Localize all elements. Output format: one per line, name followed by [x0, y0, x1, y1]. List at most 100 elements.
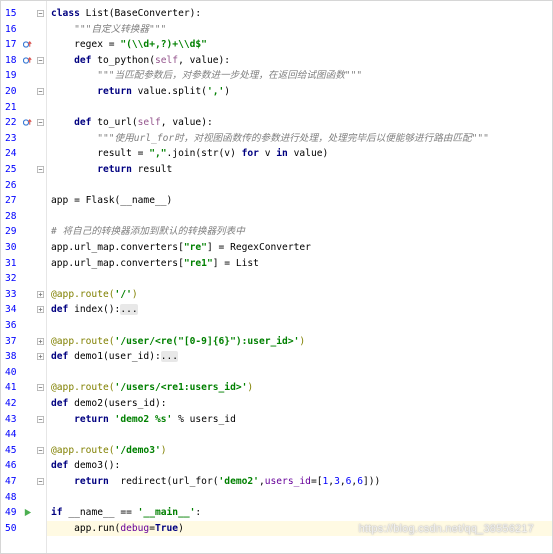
code-line[interactable]: """使用url_for时，对视图函数传的参数进行处理，处理完毕后以便能够进行路… [47, 131, 552, 147]
gutter-line[interactable]: 37 [1, 334, 47, 350]
run-icon[interactable] [23, 508, 32, 517]
code-line[interactable]: """当匹配参数后，对参数进一步处理，在返回给试图函数""" [47, 68, 552, 84]
code-line[interactable]: def demo2(users_id): [47, 396, 552, 412]
gutter-line[interactable]: 49 [1, 505, 47, 521]
gutter-line[interactable]: 45 [1, 443, 47, 459]
code-line[interactable]: return value.split(',') [47, 84, 552, 100]
overrides-method-icon[interactable] [23, 56, 32, 65]
gutter-line[interactable]: 29 [1, 224, 47, 240]
fold-collapse-icon[interactable] [37, 384, 44, 392]
code-line[interactable]: regex = "(\\d+,?)+\\d$" [47, 37, 552, 53]
code-token: regex = [51, 39, 121, 51]
code-line[interactable]: class List(BaseConverter): [47, 6, 552, 22]
gutter-line[interactable]: 41 [1, 380, 47, 396]
code-token: def [74, 54, 92, 66]
code-line[interactable] [47, 100, 552, 116]
gutter-line[interactable]: 40 [1, 365, 47, 381]
fold-collapse-icon[interactable] [37, 166, 44, 173]
code-line[interactable]: def demo3(): [47, 458, 552, 474]
fold-collapse-icon[interactable] [37, 415, 44, 423]
gutter-line[interactable]: 46 [1, 458, 47, 474]
code-line[interactable]: return result [47, 162, 552, 178]
line-number: 27 [5, 195, 17, 207]
gutter-line[interactable]: 32 [1, 271, 47, 287]
code-token: ] = RegexConverter [206, 242, 311, 253]
code-line[interactable]: # 将自己的转换器添加到默认的转换器列表中 [47, 224, 552, 240]
code-line[interactable] [47, 178, 552, 194]
gutter-line[interactable]: 19 [1, 68, 47, 84]
overrides-method-icon[interactable] [23, 40, 32, 49]
gutter-line[interactable]: 23 [1, 131, 47, 147]
gutter-line[interactable]: 26 [1, 178, 47, 194]
gutter-line[interactable]: 30 [1, 240, 47, 256]
code-token: ] = List [212, 257, 259, 269]
code-token: '/users/<re1:users_id>' [114, 382, 248, 394]
gutter-line[interactable]: 16 [1, 22, 47, 38]
code-area[interactable]: class List(BaseConverter): """自定义转换器""" … [47, 1, 552, 553]
code-line[interactable]: def to_python(self, value): [47, 53, 552, 69]
folded-code-placeholder[interactable]: ... [120, 304, 138, 316]
fold-collapse-icon[interactable] [37, 56, 44, 64]
code-line[interactable]: def index():... [47, 302, 552, 318]
code-line[interactable]: app = Flask(__name__) [47, 193, 552, 209]
line-number-gutter[interactable]: 15 16 17 18 19 20 21 22 23 24 25 26 27 28 29 30 31 32 33 34… [1, 1, 47, 553]
fold-collapse-icon[interactable] [37, 10, 44, 17]
gutter-line[interactable]: 42 [1, 396, 47, 412]
gutter-line[interactable]: 34 [1, 302, 47, 318]
gutter-line[interactable]: 47 [1, 474, 47, 490]
gutter-line[interactable]: 48 [1, 490, 47, 506]
code-line[interactable] [47, 318, 552, 334]
gutter-line[interactable]: 38 [1, 349, 47, 365]
code-line[interactable]: @app.route('/demo3') [47, 443, 552, 459]
fold-collapse-icon[interactable] [37, 446, 44, 454]
fold-expand-icon[interactable] [37, 353, 44, 361]
fold-expand-icon[interactable] [37, 306, 44, 314]
folded-code-placeholder[interactable]: ... [160, 351, 179, 363]
gutter-line[interactable]: 50 [1, 521, 47, 537]
code-token: to_url( [91, 117, 138, 129]
gutter-line[interactable]: 43 [1, 412, 47, 428]
code-line[interactable]: def demo1(user_id):... [47, 349, 552, 365]
gutter-line[interactable]: 25 [1, 162, 47, 178]
code-line[interactable]: @app.route('/users/<re1:users_id>') [47, 380, 552, 396]
code-line[interactable]: @app.route('/user/<re("[0-9]{6}"):user_i… [47, 334, 552, 350]
code-token: redirect(url_for( [108, 476, 219, 487]
code-line[interactable]: @app.route('/') [47, 287, 552, 303]
code-line[interactable]: def to_url(self, value): [47, 115, 552, 131]
code-token: class [51, 8, 80, 19]
gutter-line[interactable]: 27 [1, 193, 47, 209]
gutter-line[interactable]: 18 [1, 53, 47, 69]
code-editor[interactable]: 15 16 17 18 19 20 21 22 23 24 25 26 27 28 29 30 31 32 33 34… [0, 0, 553, 554]
gutter-line[interactable]: 33 [1, 287, 47, 303]
code-line[interactable] [47, 271, 552, 287]
code-line[interactable]: result = ",".join(str(v) for v in value) [47, 146, 552, 162]
code-line[interactable]: return redirect(url_for('demo2',users_id… [47, 474, 552, 490]
code-line[interactable]: """自定义转换器""" [47, 22, 552, 38]
fold-expand-icon[interactable] [37, 290, 44, 298]
code-line[interactable]: app.url_map.converters["re"] = RegexConv… [47, 240, 552, 256]
code-line[interactable] [47, 490, 552, 506]
fold-expand-icon[interactable] [37, 337, 44, 345]
gutter-line[interactable]: 44 [1, 427, 47, 443]
code-line[interactable] [47, 209, 552, 225]
code-line[interactable]: app.url_map.converters["re1"] = List [47, 256, 552, 272]
fold-collapse-icon[interactable] [37, 88, 44, 95]
gutter-line[interactable]: 15 [1, 6, 47, 22]
code-line[interactable] [47, 427, 552, 443]
code-line[interactable]: if __name__ == '__main__': [47, 505, 552, 521]
gutter-line[interactable]: 20 [1, 84, 47, 100]
code-token: users_id [264, 476, 311, 487]
gutter-line[interactable]: 28 [1, 209, 47, 225]
fold-collapse-icon[interactable] [37, 119, 44, 127]
gutter-line[interactable]: 36 [1, 318, 47, 334]
code-line[interactable]: return 'demo2 %s' % users_id [47, 412, 552, 428]
fold-collapse-icon[interactable] [37, 478, 44, 485]
code-line[interactable] [47, 365, 552, 381]
gutter-line[interactable]: 22 [1, 115, 47, 131]
overrides-method-icon[interactable] [23, 118, 32, 127]
gutter-line[interactable]: 21 [1, 100, 47, 116]
gutter-line[interactable]: 17 [1, 37, 47, 53]
gutter-line[interactable]: 31 [1, 256, 47, 272]
gutter-line[interactable]: 24 [1, 146, 47, 162]
